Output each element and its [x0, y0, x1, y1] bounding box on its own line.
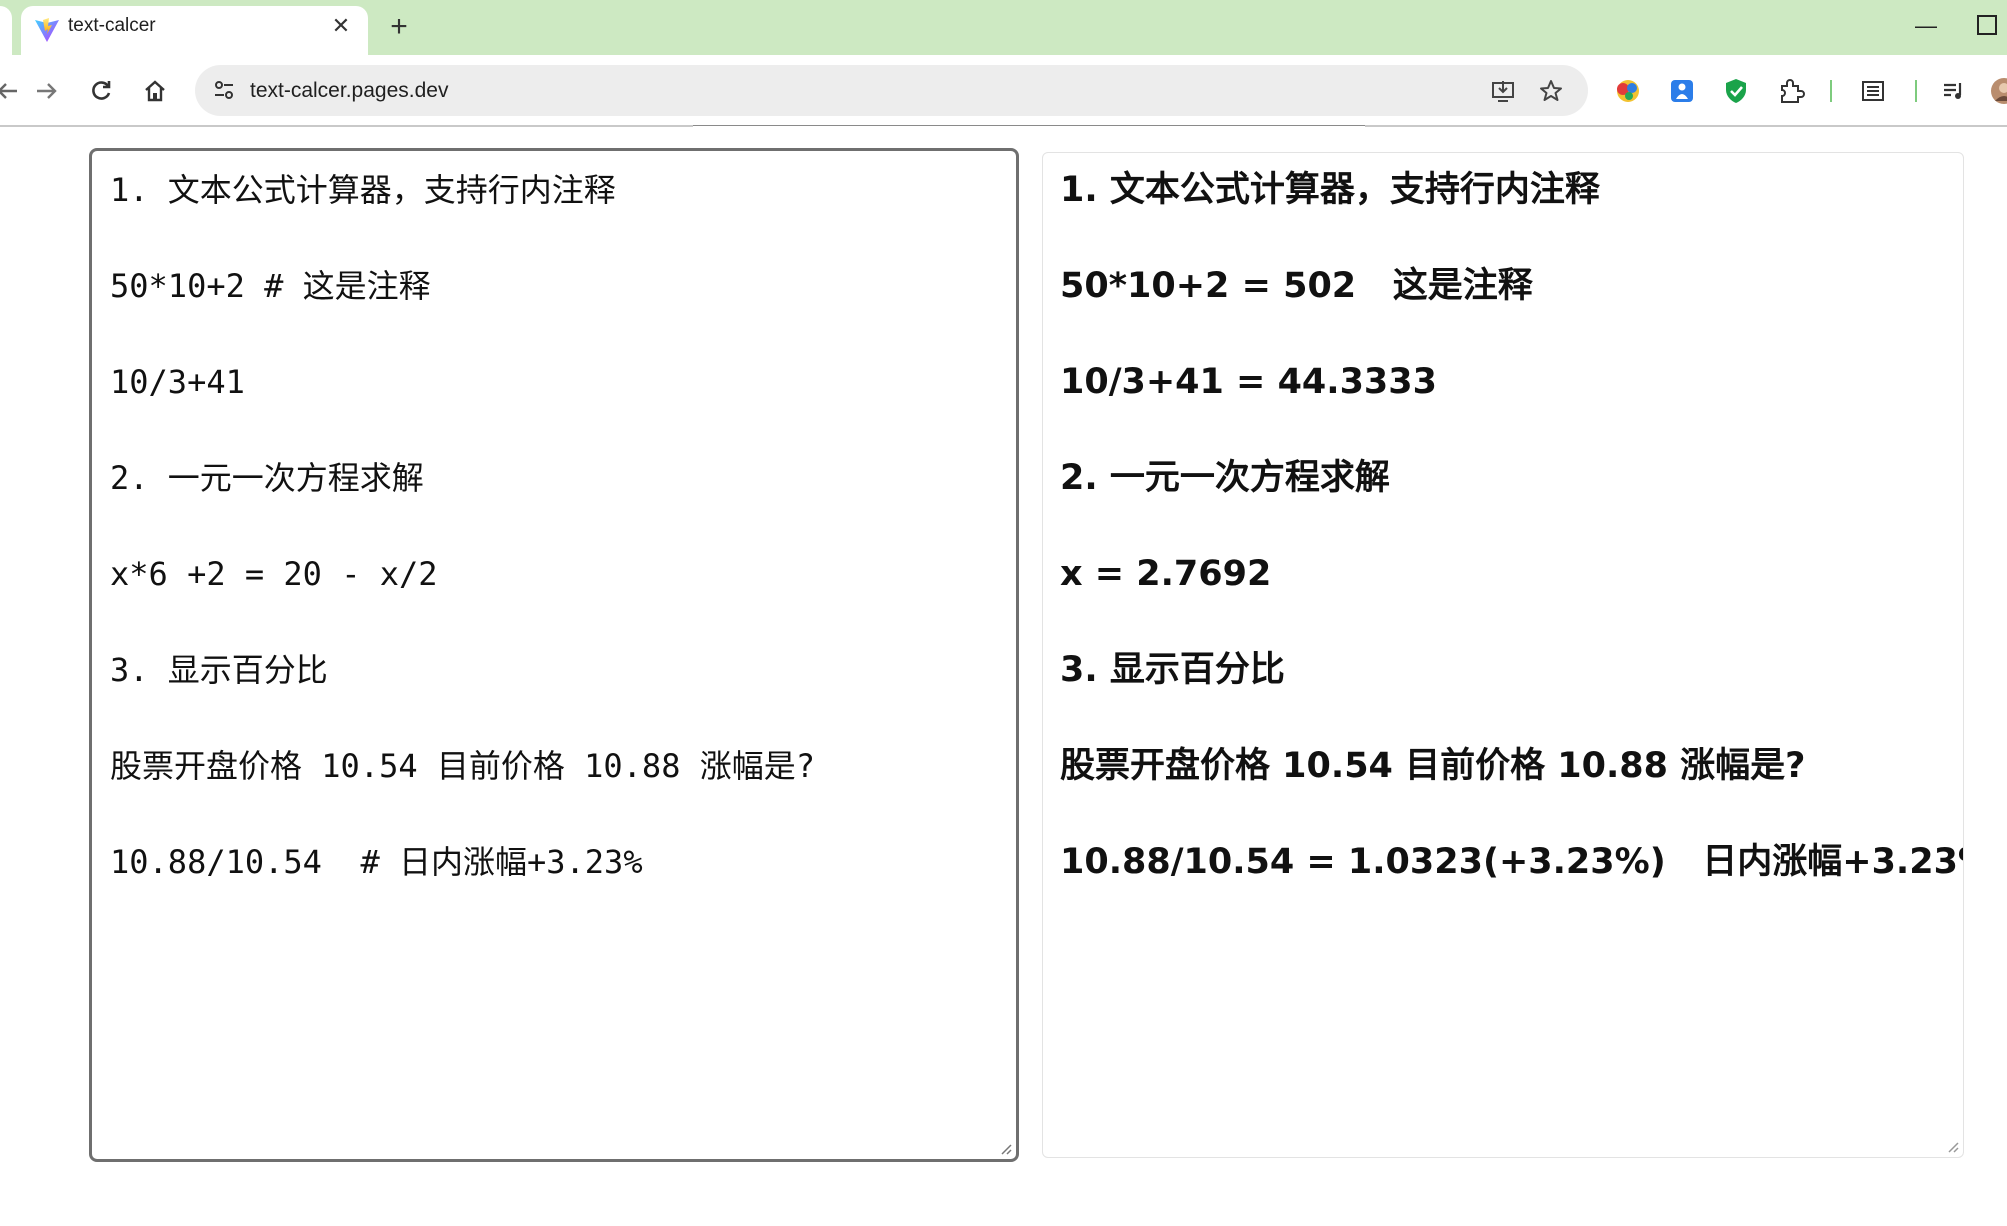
profile-avatar-icon[interactable] [1986, 73, 2007, 109]
loading-bar-left [0, 125, 693, 127]
resize-handle-icon[interactable] [998, 1141, 1012, 1155]
url-text[interactable]: text-calcer.pages.dev [250, 65, 448, 116]
minimize-window-button[interactable]: — [1908, 8, 1944, 44]
editor-line: x*6 +2 = 20 - x/2 [110, 555, 438, 593]
tab-strip: text-calcer ✕ + — [0, 0, 2007, 55]
reload-icon[interactable] [83, 73, 119, 109]
tab-close-icon[interactable]: ✕ [326, 11, 356, 41]
previous-tab-edge[interactable] [0, 6, 12, 55]
result-output-panel: 1. 文本公式计算器，支持行内注释 50*10+2 = 502 这是注释 10/… [1042, 152, 1964, 1158]
vite-logo-icon [35, 18, 59, 42]
editor-line: 10.88/10.54 # 日内涨幅+3.23% [110, 843, 643, 881]
back-arrow-icon[interactable] [0, 73, 26, 109]
formula-input-textarea[interactable]: 1. 文本公式计算器，支持行内注释 50*10+2 # 这是注释 10/3+41… [89, 148, 1019, 1162]
editor-line: 10/3+41 [110, 363, 245, 401]
result-line: 股票开盘价格 10.54 目前价格 10.88 涨幅是? [1060, 746, 1806, 786]
blue-extension-icon[interactable] [1664, 73, 1700, 109]
result-line: x = 2.7692 [1060, 554, 1272, 594]
editor-line: 股票开盘价格 10.54 目前价格 10.88 涨幅是? [110, 747, 815, 785]
puzzle-icon[interactable] [1773, 73, 1809, 109]
home-icon[interactable] [137, 73, 173, 109]
editor-line: 3. 显示百分比 [110, 651, 328, 689]
result-line: 2. 一元一次方程求解 [1060, 458, 1390, 498]
result-line: 50*10+2 = 502 这是注释 [1060, 266, 1533, 306]
new-tab-button[interactable]: + [382, 10, 416, 44]
reading-list-icon[interactable] [1855, 73, 1891, 109]
address-bar[interactable]: text-calcer.pages.dev [195, 65, 1588, 116]
install-app-icon[interactable] [1487, 75, 1519, 107]
tune-icon[interactable] [207, 73, 241, 107]
media-control-icon[interactable] [1936, 73, 1972, 109]
result-line: 10/3+41 = 44.3333 [1060, 362, 1437, 402]
editor-line: 2. 一元一次方程求解 [110, 459, 424, 497]
tab-title: text-calcer [68, 15, 156, 36]
forward-arrow-icon[interactable] [28, 73, 64, 109]
editor-line: 1. 文本公式计算器，支持行内注释 [110, 171, 616, 209]
result-line: 3. 显示百分比 [1060, 650, 1285, 690]
colorful-extension-icon[interactable] [1610, 73, 1646, 109]
editor-line: 50*10+2 # 这是注释 [110, 267, 431, 305]
tab-text-calcer[interactable]: text-calcer ✕ [21, 6, 368, 55]
result-line: 1. 文本公式计算器，支持行内注释 [1060, 170, 1600, 210]
loading-bar-right [1365, 125, 2007, 127]
resize-handle-icon[interactable] [1945, 1139, 1959, 1153]
green-shield-icon[interactable] [1718, 73, 1754, 109]
maximize-window-icon[interactable] [1974, 12, 2000, 38]
result-line: 10.88/10.54 = 1.0323(+3.23%) 日内涨幅+3.23% [1060, 842, 1964, 882]
star-icon[interactable] [1535, 75, 1567, 107]
browser-toolbar: text-calcer.pages.dev [0, 55, 2007, 127]
